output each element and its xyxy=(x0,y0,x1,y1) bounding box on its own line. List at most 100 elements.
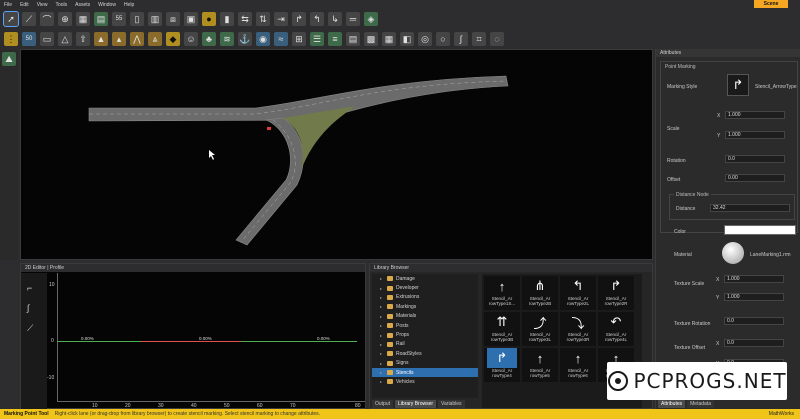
tree-item-materials[interactable]: ▸ Materials xyxy=(372,312,478,321)
circle-tool-icon[interactable]: ◌ xyxy=(490,32,504,46)
traffic-cone-3-icon[interactable]: ⩓ xyxy=(148,32,162,46)
cone-icon[interactable]: ▲ xyxy=(94,32,108,46)
menu-tools[interactable]: Tools xyxy=(55,2,67,8)
lane-marking-icon[interactable]: ⋮ xyxy=(4,32,18,46)
tree-item-vehicles[interactable]: ▸ Vehicles xyxy=(372,377,478,386)
road-junction-icon[interactable]: ⊕ xyxy=(58,12,72,26)
stack-icon[interactable]: ☰ xyxy=(310,32,324,46)
thumb-arrow-type2r[interactable]: ↱ Stencil_Ar rowType2R xyxy=(598,276,634,310)
tree-item-damage[interactable]: ▸ Damage xyxy=(372,274,478,283)
fence-icon[interactable]: ⧈ xyxy=(166,12,180,26)
grass-icon[interactable]: ≋ xyxy=(220,32,234,46)
menu-file[interactable]: File xyxy=(4,2,12,8)
select-arrow-icon[interactable]: ➚ xyxy=(3,11,19,27)
tree-icon[interactable]: ♣ xyxy=(202,32,216,46)
tree-item-markings[interactable]: ▸ Markings xyxy=(372,302,478,311)
road-curve-icon[interactable]: ⌒ xyxy=(40,12,54,26)
thumb-arrow-type6[interactable]: ↑ Stencil_Ar rowType6 xyxy=(560,348,596,382)
person-icon[interactable]: ☺ xyxy=(184,32,198,46)
thumb-arrow-type3b[interactable]: ⇈ Stencil_Ar rowType3B xyxy=(484,312,520,346)
marking-left-icon[interactable]: ↰ xyxy=(310,12,324,26)
camera-icon[interactable]: ◉ xyxy=(256,32,270,46)
arrow-left-right-icon[interactable]: ⇆ xyxy=(238,12,252,26)
ground-icon[interactable]: ▦ xyxy=(382,32,396,46)
menu-view[interactable]: View xyxy=(37,2,48,8)
tree-item-extrusions[interactable]: ▸ Extrusions xyxy=(372,293,478,302)
road-tool-icon[interactable]: ⟋ xyxy=(22,12,36,26)
stop-line-icon[interactable]: ═ xyxy=(346,12,360,26)
profile-tool-icon[interactable]: ⌐ xyxy=(27,283,32,293)
distance-field[interactable]: 32.42 xyxy=(710,204,790,212)
marking-style-preview[interactable]: ↱ xyxy=(727,74,749,96)
thumb-arrow-type2b[interactable]: ⋔ Stencil_Ar rowType2B xyxy=(522,276,558,310)
color-swatch[interactable] xyxy=(724,225,796,235)
signal-road-icon[interactable]: ⊞ xyxy=(292,32,306,46)
scale-y-field[interactable]: 1.000 xyxy=(725,131,785,139)
selected-marking[interactable] xyxy=(267,127,271,130)
offset-field[interactable]: 0.00 xyxy=(725,174,785,182)
cones-row-icon[interactable]: ⋀ xyxy=(130,32,144,46)
ring-icon[interactable]: ○ xyxy=(436,32,450,46)
barrier-yellow-icon[interactable]: ◆ xyxy=(166,32,180,46)
profile-segment-selected[interactable] xyxy=(141,341,241,342)
curve-tool-icon[interactable]: ∫ xyxy=(27,303,29,313)
rotation-field[interactable]: 0.0 xyxy=(725,155,785,163)
book-icon[interactable]: ▤ xyxy=(346,32,360,46)
menu-assets[interactable]: Assets xyxy=(75,2,90,8)
object-icon[interactable]: ◧ xyxy=(400,32,414,46)
speed-hump-icon[interactable]: ▭ xyxy=(40,32,54,46)
sign-55-icon[interactable]: 55 xyxy=(112,12,126,26)
menu-edit[interactable]: Edit xyxy=(20,2,29,8)
arrow-up-down-icon[interactable]: ⇅ xyxy=(256,12,270,26)
tab-variables[interactable]: Variables xyxy=(438,400,465,408)
pattern-icon[interactable]: ▩ xyxy=(364,32,378,46)
texture-rotation-field[interactable]: 0.0 xyxy=(724,317,784,325)
tree-item-stencils[interactable]: ▸ Stencils xyxy=(372,367,478,378)
material-sphere[interactable] xyxy=(722,242,744,264)
disc-icon[interactable]: ◎ xyxy=(418,32,432,46)
anchor-icon[interactable]: ⚓ xyxy=(238,32,252,46)
texture-scale-y-field[interactable]: 1.000 xyxy=(724,293,784,301)
barrier-icon[interactable]: ▥ xyxy=(148,12,162,26)
thumb-arrow-type3l[interactable]: ⤴ Stencil_Ar rowType3L xyxy=(522,312,558,346)
tab-metadata[interactable]: Metadata xyxy=(687,400,714,408)
texture-scale-x-field[interactable]: 1.000 xyxy=(724,275,784,283)
texture-offset-x-field[interactable]: 0.0 xyxy=(724,339,784,347)
direction-sign-icon[interactable]: ⇧ xyxy=(76,32,90,46)
tree-item-signs[interactable]: ▸ Signs xyxy=(372,359,478,368)
arrow-right-icon[interactable]: ↱ xyxy=(292,12,306,26)
building-icon[interactable]: ▤ xyxy=(94,12,108,26)
slope-tool-icon[interactable]: ⟋ xyxy=(27,323,33,334)
cones-icon[interactable]: ▴ xyxy=(112,32,126,46)
bus-stop-icon[interactable]: ▮ xyxy=(220,12,234,26)
trafficlight-box-icon[interactable]: ▣ xyxy=(184,12,198,26)
tree-item-developer[interactable]: ▸ Developer xyxy=(372,283,478,292)
tab-attributes[interactable]: Attributes xyxy=(658,400,686,408)
menu-window[interactable]: Window xyxy=(98,2,116,8)
triangle-sign-icon[interactable]: △ xyxy=(58,32,72,46)
scale-x-field[interactable]: 1.000 xyxy=(725,111,785,119)
road-mesh-icon[interactable]: ⌗ xyxy=(472,32,486,46)
sign-blank-icon[interactable]: ▯ xyxy=(130,12,144,26)
thumb-arrow-type3r[interactable]: ⤵ Stencil_Ar rowType3R xyxy=(560,312,596,346)
marking-right-icon[interactable]: ↳ xyxy=(328,12,342,26)
crosswalk-icon[interactable]: ▦ xyxy=(76,12,90,26)
thumb-arrow-type2l[interactable]: ↰ Stencil_Ar rowType2L xyxy=(560,276,596,310)
scene-badge[interactable]: Scene xyxy=(754,0,788,8)
terrain-icon[interactable]: ⛰ xyxy=(2,52,16,66)
thumb-arrow-type1[interactable]: ↑ Stencil_Ar rowType1S... xyxy=(484,276,520,310)
thumb-arrow-type4l[interactable]: ↶ Stencil_Ar rowType4L xyxy=(598,312,634,346)
layers-icon[interactable]: ≡ xyxy=(328,32,342,46)
curve-road-icon[interactable]: ∫ xyxy=(454,32,468,46)
tree-item-props[interactable]: ▸ Props xyxy=(372,330,478,339)
tab-library-browser[interactable]: Library Browser xyxy=(395,400,437,408)
sign-50-icon[interactable]: 50 xyxy=(22,32,36,46)
truck-icon[interactable]: ⇥ xyxy=(274,12,288,26)
tree-item-rail[interactable]: ▸ Rail xyxy=(372,340,478,349)
thumb-arrow-type5[interactable]: ↑ Stencil_Ar rowType5 xyxy=(522,348,558,382)
thumb-arrow-type4-selected[interactable]: ↱ Stencil_Ar rowType4 xyxy=(484,348,520,382)
trafficlight-icon[interactable]: ● xyxy=(202,12,216,26)
menu-help[interactable]: Help xyxy=(124,2,134,8)
sign-green-icon[interactable]: ◈ xyxy=(364,12,378,26)
tree-item-roadstyles[interactable]: ▸ RoadStyles xyxy=(372,349,478,358)
